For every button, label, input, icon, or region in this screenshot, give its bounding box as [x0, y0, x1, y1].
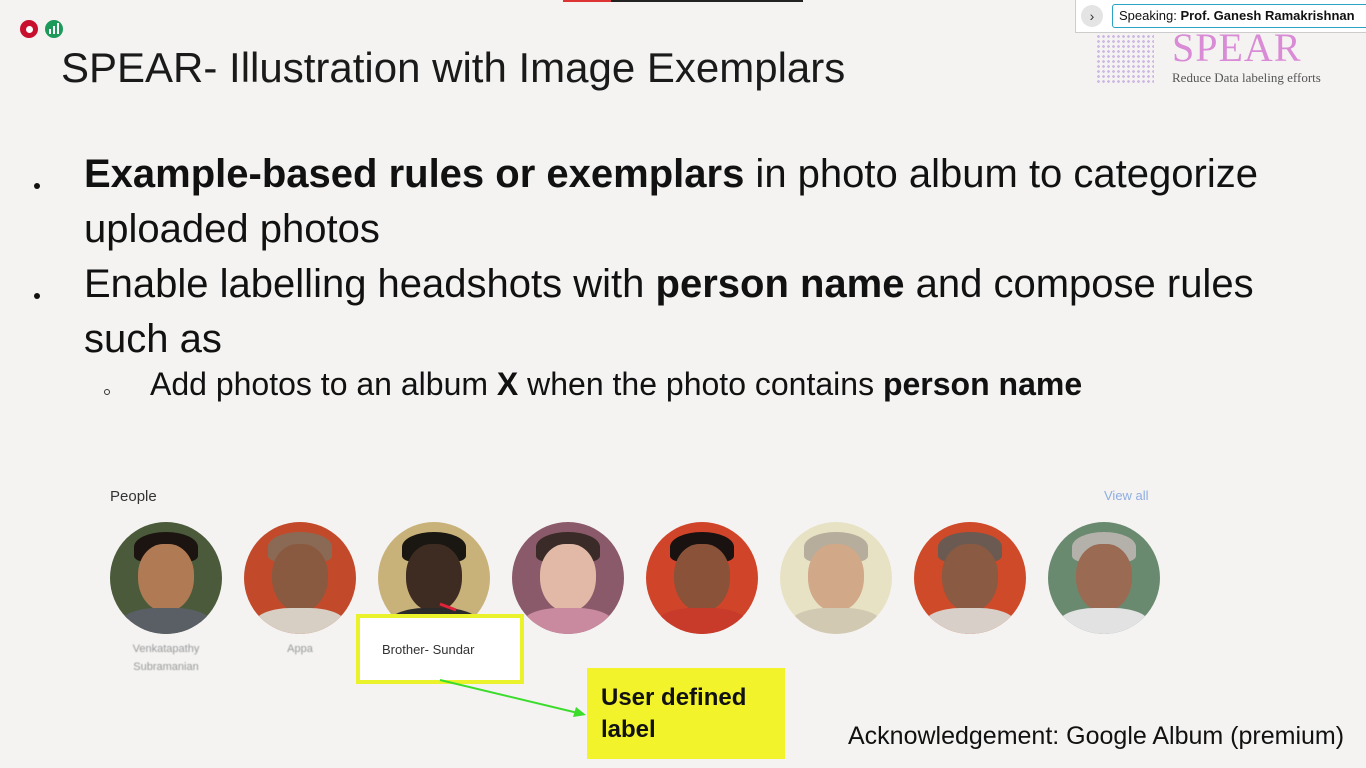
user-defined-label-callout: User defined label — [587, 668, 785, 759]
annotation-overlay — [439, 602, 586, 717]
label-arrow-head — [573, 707, 586, 717]
acknowledgement-text: Acknowledgement: Google Album (premium) — [848, 722, 1345, 750]
cursor-pointer-mark — [439, 602, 457, 612]
label-arrow-line — [439, 679, 579, 714]
